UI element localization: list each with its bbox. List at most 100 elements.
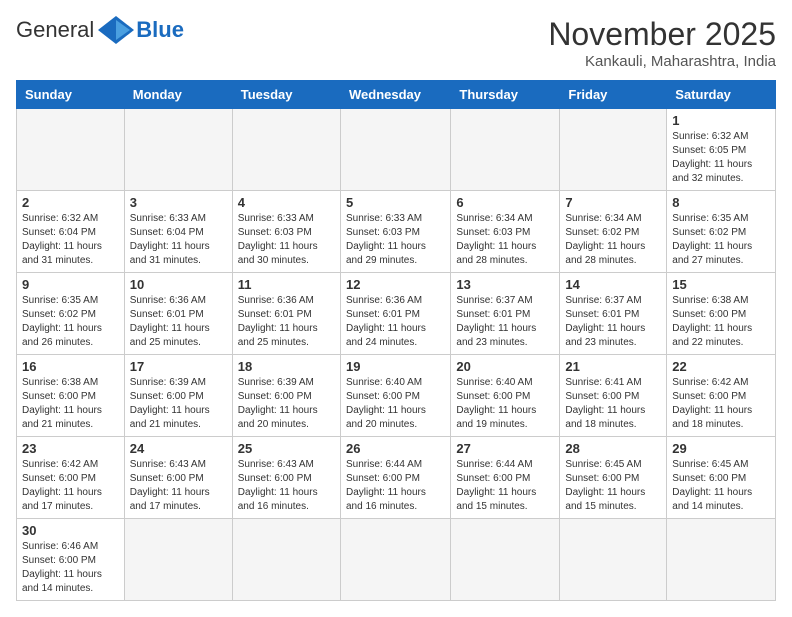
day-number: 23 xyxy=(22,441,119,456)
day-info: Sunrise: 6:44 AM Sunset: 6:00 PM Dayligh… xyxy=(456,458,554,514)
day-number: 20 xyxy=(456,359,554,374)
calendar-cell xyxy=(340,519,450,601)
day-info: Sunrise: 6:33 AM Sunset: 6:04 PM Dayligh… xyxy=(130,212,227,268)
calendar-cell: 25 Sunrise: 6:43 AM Sunset: 6:00 PM Dayli… xyxy=(232,437,340,519)
day-info: Sunrise: 6:38 AM Sunset: 6:00 PM Dayligh… xyxy=(672,294,770,350)
calendar-week-row: 1 Sunrise: 6:32 AM Sunset: 6:05 PM Daylig… xyxy=(17,109,776,191)
calendar-week-row: 16 Sunrise: 6:38 AM Sunset: 6:00 PM Dayli… xyxy=(17,355,776,437)
logo-general-text: General xyxy=(16,17,94,43)
day-info: Sunrise: 6:36 AM Sunset: 6:01 PM Dayligh… xyxy=(346,294,445,350)
day-info: Sunrise: 6:38 AM Sunset: 6:00 PM Dayligh… xyxy=(22,376,119,432)
day-number: 2 xyxy=(22,195,119,210)
day-info: Sunrise: 6:42 AM Sunset: 6:00 PM Dayligh… xyxy=(672,376,770,432)
month-year-title: November 2025 xyxy=(548,16,776,53)
calendar-cell: 20 Sunrise: 6:40 AM Sunset: 6:00 PM Dayli… xyxy=(451,355,560,437)
calendar-cell: 23 Sunrise: 6:42 AM Sunset: 6:00 PM Dayli… xyxy=(17,437,125,519)
calendar-cell: 26Sunrise: 6:44 AM Sunset: 6:00 PM Dayli… xyxy=(340,437,450,519)
col-header-thursday: Thursday xyxy=(451,81,560,109)
logo: General Blue xyxy=(16,16,184,44)
day-info: Sunrise: 6:41 AM Sunset: 6:00 PM Dayligh… xyxy=(565,376,661,432)
calendar-cell xyxy=(451,109,560,191)
calendar-cell xyxy=(232,109,340,191)
day-number: 6 xyxy=(456,195,554,210)
day-info: Sunrise: 6:40 AM Sunset: 6:00 PM Dayligh… xyxy=(346,376,445,432)
day-number: 13 xyxy=(456,277,554,292)
day-info: Sunrise: 6:40 AM Sunset: 6:00 PM Dayligh… xyxy=(456,376,554,432)
day-info: Sunrise: 6:35 AM Sunset: 6:02 PM Dayligh… xyxy=(22,294,119,350)
day-number: 17 xyxy=(130,359,227,374)
day-info: Sunrise: 6:43 AM Sunset: 6:00 PM Dayligh… xyxy=(238,458,335,514)
calendar-cell: 18 Sunrise: 6:39 AM Sunset: 6:00 PM Dayli… xyxy=(232,355,340,437)
col-header-monday: Monday xyxy=(124,81,232,109)
calendar-cell xyxy=(667,519,776,601)
calendar-cell: 22 Sunrise: 6:42 AM Sunset: 6:00 PM Dayli… xyxy=(667,355,776,437)
day-info: Sunrise: 6:32 AM Sunset: 6:05 PM Dayligh… xyxy=(672,130,770,186)
day-info: Sunrise: 6:35 AM Sunset: 6:02 PM Dayligh… xyxy=(672,212,770,268)
day-info: Sunrise: 6:45 AM Sunset: 6:00 PM Dayligh… xyxy=(565,458,661,514)
calendar-cell: 4 Sunrise: 6:33 AM Sunset: 6:03 PM Daylig… xyxy=(232,191,340,273)
day-number: 26 xyxy=(346,441,445,456)
col-header-sunday: Sunday xyxy=(17,81,125,109)
calendar-cell xyxy=(124,519,232,601)
day-number: 10 xyxy=(130,277,227,292)
calendar-cell: 13Sunrise: 6:37 AM Sunset: 6:01 PM Dayli… xyxy=(451,273,560,355)
col-header-wednesday: Wednesday xyxy=(340,81,450,109)
calendar-cell xyxy=(17,109,125,191)
page-header: General Blue November 2025 Kankauli, Mah… xyxy=(16,16,776,70)
logo-blue-text: Blue xyxy=(136,17,184,43)
day-number: 1 xyxy=(672,113,770,128)
day-number: 8 xyxy=(672,195,770,210)
location-subtitle: Kankauli, Maharashtra, India xyxy=(548,53,776,70)
day-number: 19 xyxy=(346,359,445,374)
calendar-cell xyxy=(340,109,450,191)
day-number: 11 xyxy=(238,277,335,292)
day-info: Sunrise: 6:45 AM Sunset: 6:00 PM Dayligh… xyxy=(672,458,770,514)
day-info: Sunrise: 6:34 AM Sunset: 6:03 PM Dayligh… xyxy=(456,212,554,268)
calendar-week-row: 2 Sunrise: 6:32 AM Sunset: 6:04 PM Daylig… xyxy=(17,191,776,273)
day-number: 4 xyxy=(238,195,335,210)
title-block: November 2025 Kankauli, Maharashtra, Ind… xyxy=(548,16,776,70)
day-info: Sunrise: 6:34 AM Sunset: 6:02 PM Dayligh… xyxy=(565,212,661,268)
calendar-cell: 11Sunrise: 6:36 AM Sunset: 6:01 PM Dayli… xyxy=(232,273,340,355)
calendar-cell xyxy=(560,519,667,601)
calendar-cell: 10Sunrise: 6:36 AM Sunset: 6:01 PM Dayli… xyxy=(124,273,232,355)
calendar-cell: 6 Sunrise: 6:34 AM Sunset: 6:03 PM Daylig… xyxy=(451,191,560,273)
day-info: Sunrise: 6:37 AM Sunset: 6:01 PM Dayligh… xyxy=(565,294,661,350)
day-info: Sunrise: 6:33 AM Sunset: 6:03 PM Dayligh… xyxy=(238,212,335,268)
col-header-tuesday: Tuesday xyxy=(232,81,340,109)
day-number: 21 xyxy=(565,359,661,374)
day-number: 15 xyxy=(672,277,770,292)
calendar-table: SundayMondayTuesdayWednesdayThursdayFrid… xyxy=(16,80,776,601)
calendar-cell: 2 Sunrise: 6:32 AM Sunset: 6:04 PM Daylig… xyxy=(17,191,125,273)
calendar-week-row: 23 Sunrise: 6:42 AM Sunset: 6:00 PM Dayli… xyxy=(17,437,776,519)
calendar-header-row: SundayMondayTuesdayWednesdayThursdayFrid… xyxy=(17,81,776,109)
calendar-cell: 7Sunrise: 6:34 AM Sunset: 6:02 PM Daylig… xyxy=(560,191,667,273)
day-number: 12 xyxy=(346,277,445,292)
col-header-saturday: Saturday xyxy=(667,81,776,109)
calendar-cell: 9Sunrise: 6:35 AM Sunset: 6:02 PM Daylig… xyxy=(17,273,125,355)
day-info: Sunrise: 6:46 AM Sunset: 6:00 PM Dayligh… xyxy=(22,540,119,596)
calendar-cell: 1 Sunrise: 6:32 AM Sunset: 6:05 PM Daylig… xyxy=(667,109,776,191)
day-number: 5 xyxy=(346,195,445,210)
day-number: 28 xyxy=(565,441,661,456)
calendar-cell: 19 Sunrise: 6:40 AM Sunset: 6:00 PM Dayli… xyxy=(340,355,450,437)
calendar-cell: 29 Sunrise: 6:45 AM Sunset: 6:00 PM Dayli… xyxy=(667,437,776,519)
day-info: Sunrise: 6:32 AM Sunset: 6:04 PM Dayligh… xyxy=(22,212,119,268)
calendar-cell: 5Sunrise: 6:33 AM Sunset: 6:03 PM Daylig… xyxy=(340,191,450,273)
day-info: Sunrise: 6:39 AM Sunset: 6:00 PM Dayligh… xyxy=(238,376,335,432)
day-info: Sunrise: 6:42 AM Sunset: 6:00 PM Dayligh… xyxy=(22,458,119,514)
day-number: 29 xyxy=(672,441,770,456)
day-number: 16 xyxy=(22,359,119,374)
day-number: 3 xyxy=(130,195,227,210)
day-number: 27 xyxy=(456,441,554,456)
calendar-cell: 28 Sunrise: 6:45 AM Sunset: 6:00 PM Dayli… xyxy=(560,437,667,519)
day-number: 22 xyxy=(672,359,770,374)
day-number: 14 xyxy=(565,277,661,292)
calendar-cell: 3 Sunrise: 6:33 AM Sunset: 6:04 PM Daylig… xyxy=(124,191,232,273)
calendar-cell xyxy=(451,519,560,601)
calendar-cell: 30Sunrise: 6:46 AM Sunset: 6:00 PM Dayli… xyxy=(17,519,125,601)
day-number: 18 xyxy=(238,359,335,374)
logo-icon xyxy=(98,16,134,44)
day-number: 25 xyxy=(238,441,335,456)
calendar-cell: 14 Sunrise: 6:37 AM Sunset: 6:01 PM Dayli… xyxy=(560,273,667,355)
